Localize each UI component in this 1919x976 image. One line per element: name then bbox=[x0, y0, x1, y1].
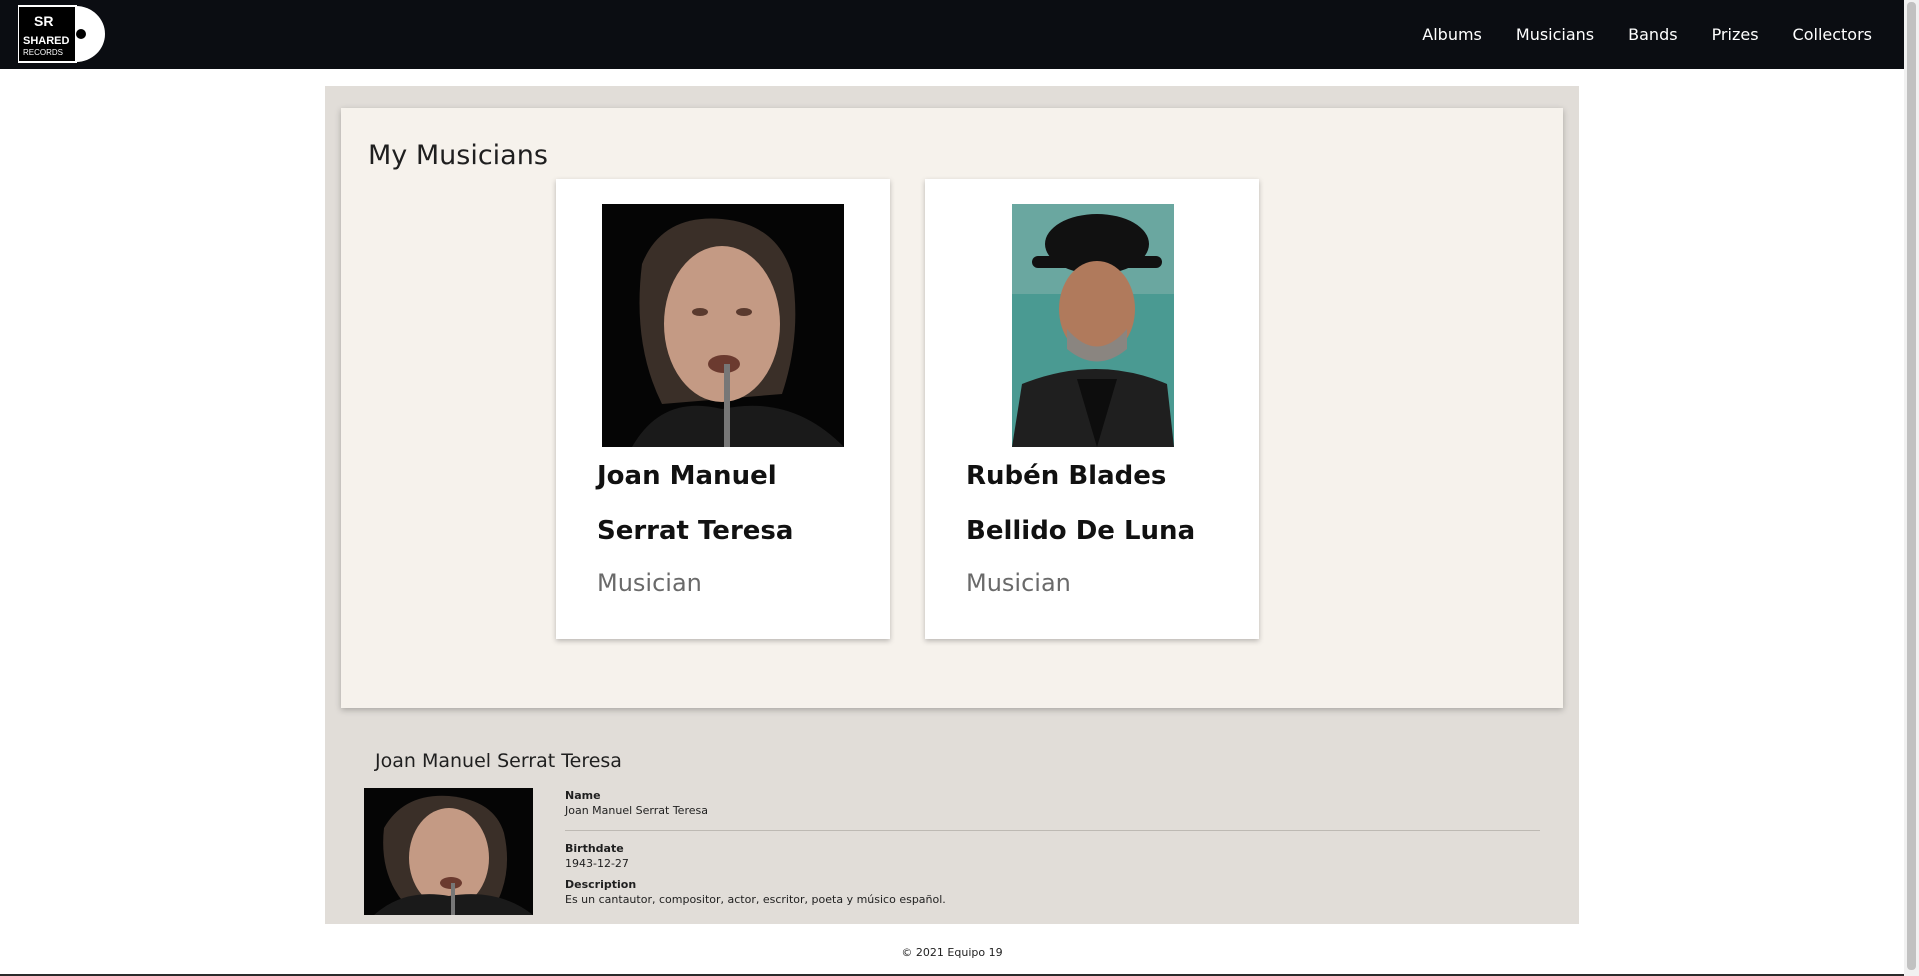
nav-musicians[interactable]: Musicians bbox=[1516, 25, 1594, 44]
main-container: My Musicians Joan Manuel Serrat Teresa M… bbox=[325, 86, 1579, 924]
nav-prizes[interactable]: Prizes bbox=[1712, 25, 1759, 44]
detail-title: Joan Manuel Serrat Teresa bbox=[375, 750, 622, 772]
page-title: My Musicians bbox=[368, 140, 548, 171]
svg-text:SHARED: SHARED bbox=[23, 35, 70, 47]
footer-copyright: © 2021 Equipo 19 bbox=[901, 946, 1003, 959]
nav-bands[interactable]: Bands bbox=[1628, 25, 1677, 44]
nav-collectors[interactable]: Collectors bbox=[1793, 25, 1872, 44]
musician-role: Musician bbox=[966, 569, 1071, 597]
musician-card[interactable]: Rubén Blades Bellido De Luna Musician bbox=[925, 179, 1259, 639]
birthdate-label: Birthdate bbox=[565, 842, 624, 855]
nav-albums[interactable]: Albums bbox=[1422, 25, 1482, 44]
musician-card[interactable]: Joan Manuel Serrat Teresa Musician bbox=[556, 179, 890, 639]
scrollbar-thumb[interactable] bbox=[1907, 2, 1916, 970]
birthdate-value: 1943-12-27 bbox=[565, 857, 629, 870]
name-value: Joan Manuel Serrat Teresa bbox=[565, 804, 708, 817]
main-nav: Albums Musicians Bands Prizes Collectors bbox=[1405, 0, 1889, 69]
description-label: Description bbox=[565, 878, 637, 891]
svg-text:RECORDS: RECORDS bbox=[23, 48, 63, 57]
divider bbox=[565, 830, 1540, 831]
detail-photo bbox=[364, 788, 533, 915]
shared-records-logo[interactable]: SR SHARED RECORDS bbox=[17, 4, 106, 64]
musician-name: Rubén Blades Bellido De Luna bbox=[966, 461, 1196, 546]
description-value: Es un cantautor, compositor, actor, escr… bbox=[565, 893, 946, 906]
musicians-panel: My Musicians Joan Manuel Serrat Teresa M… bbox=[341, 108, 1563, 708]
top-navbar: SR SHARED RECORDS Albums Musicians Bands… bbox=[0, 0, 1904, 69]
name-label: Name bbox=[565, 789, 601, 802]
musician-photo bbox=[1012, 204, 1174, 447]
musician-photo bbox=[602, 204, 844, 447]
svg-text:SR: SR bbox=[34, 13, 53, 29]
musician-role: Musician bbox=[597, 569, 702, 597]
vertical-scrollbar[interactable] bbox=[1904, 0, 1919, 976]
musician-name: Joan Manuel Serrat Teresa bbox=[597, 461, 794, 546]
